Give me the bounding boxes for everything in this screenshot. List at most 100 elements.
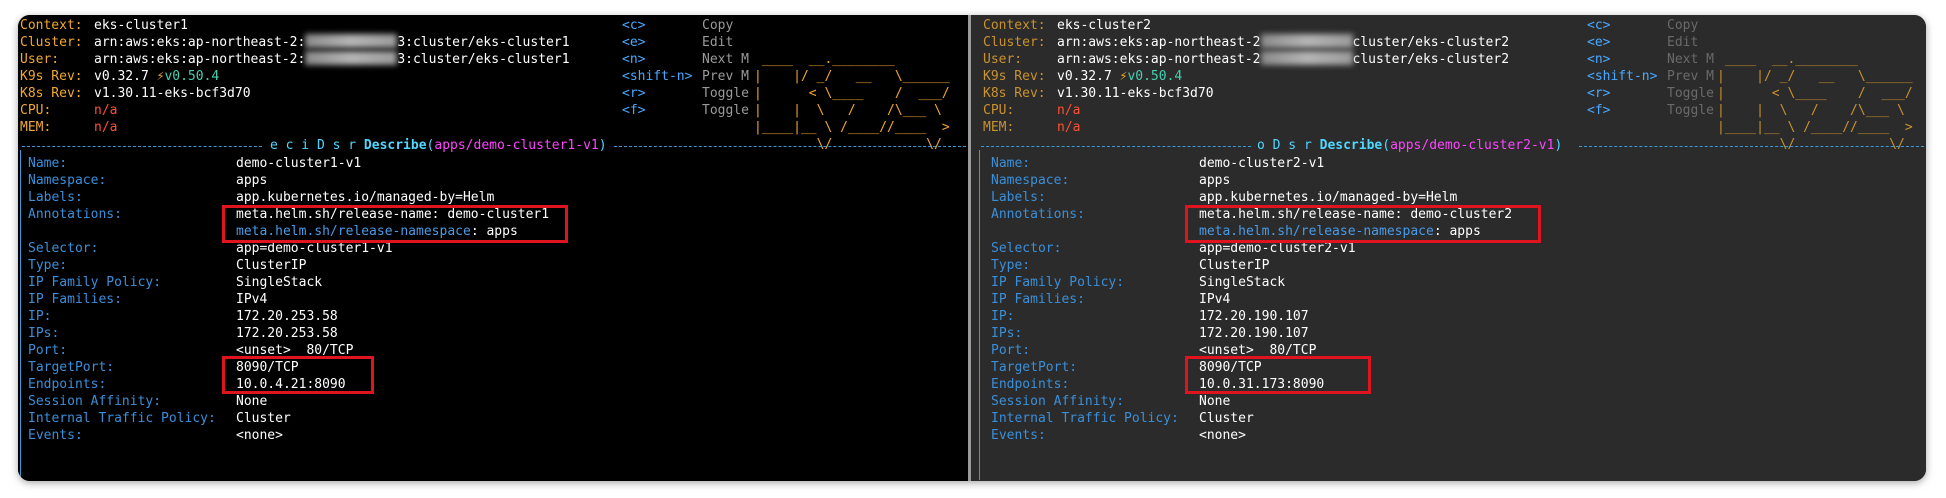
shortcut-action: Copy [1667, 18, 1699, 33]
view-crumbs: e c i D s r [270, 138, 357, 153]
user-value-suffix: 3:cluster/eks-cluster1 [397, 52, 570, 67]
left-pane-k9s[interactable]: Context: eks-cluster1 Cluster: arn:aws:ek… [18, 15, 968, 481]
field-value: SingleStack [1199, 275, 1286, 290]
field-value: 172.20.190.107 [1199, 309, 1309, 324]
view-title-label: Describe [363, 138, 427, 153]
k8s-rev-value: v1.30.11-eks-bcf3d70 [94, 86, 251, 101]
redacted-account-id [1260, 51, 1353, 65]
shortcut-action: Copy [702, 18, 734, 33]
k8s-rev-value: v1.30.11-eks-bcf3d70 [1057, 86, 1214, 101]
field-key: IPs: [991, 326, 1023, 341]
k9s-logo: ____ __.________ | |/ _/ __ \______ | < \_… [1717, 52, 1913, 152]
field-key: Labels: [991, 190, 1046, 205]
cluster-value-suffix: 3:cluster/eks-cluster1 [397, 35, 570, 50]
user-value-prefix: arn:aws:eks:ap-northeast-2: [94, 52, 306, 67]
cluster-label: Cluster: [20, 35, 83, 50]
view-title-resource: apps/demo-cluster2-v1 [1390, 138, 1555, 153]
field-key: Type: [991, 258, 1031, 273]
field-value: ClusterIP [1199, 258, 1270, 273]
shortcut-key[interactable]: <n> [622, 52, 645, 67]
cluster-value-prefix: arn:aws:eks:ap-northeast-2 [1057, 35, 1261, 50]
field-key: Namespace: [991, 173, 1070, 188]
field-key: Type: [28, 258, 68, 273]
field-key: Internal Traffic Policy: [28, 411, 216, 426]
annotations-highlight-box [222, 205, 568, 243]
context-value: eks-cluster2 [1057, 18, 1151, 33]
redacted-account-id [305, 51, 398, 65]
field-value: 172.20.190.107 [1199, 326, 1309, 341]
terminal-window: Context: eks-cluster1 Cluster: arn:aws:ek… [18, 15, 1926, 481]
mem-value: n/a [1057, 120, 1081, 135]
field-value: app.kubernetes.io/managed-by=Helm [236, 190, 495, 205]
field-key: Labels: [28, 190, 83, 205]
field-key: Events: [991, 428, 1046, 443]
field-key: Internal Traffic Policy: [991, 411, 1179, 426]
cluster-label: Cluster: [983, 35, 1046, 50]
shortcut-key[interactable]: <r> [622, 86, 645, 101]
field-value: Cluster [1199, 411, 1254, 426]
k9s-rev-value: v0.32.7 [1057, 69, 1112, 84]
k9s-logo: ____ __.________ | |/ _/ __ \______ | < \_… [754, 52, 950, 152]
field-value: apps [1199, 173, 1231, 188]
user-value-prefix: arn:aws:eks:ap-northeast-2 [1057, 52, 1261, 67]
endpoint-highlight-box [1185, 356, 1371, 394]
frame-top-border [22, 146, 262, 147]
shortcut-key[interactable]: <shift-n> [622, 69, 692, 84]
annotations-highlight-box [1185, 205, 1541, 243]
frame-top-border [1579, 146, 1924, 147]
field-key: Port: [28, 343, 68, 358]
shortcut-action: Next M [1667, 52, 1714, 67]
shortcut-key[interactable]: <f> [1587, 103, 1610, 118]
field-value: <none> [236, 428, 283, 443]
k8s-rev-label: K8s Rev: [983, 86, 1046, 101]
right-pane-k9s[interactable]: Context: eks-cluster2 Cluster: arn:aws:eks… [971, 15, 1926, 481]
frame-top-border [614, 146, 966, 147]
redacted-account-id [305, 34, 398, 48]
field-key: Selector: [991, 241, 1062, 256]
field-key: Name: [991, 156, 1031, 171]
context-value: eks-cluster1 [94, 18, 188, 33]
shortcut-key[interactable]: <shift-n> [1587, 69, 1657, 84]
field-key: Annotations: [28, 207, 122, 222]
shortcut-action: Edit [702, 35, 734, 50]
field-value: None [1199, 394, 1231, 409]
shortcut-key[interactable]: <f> [622, 103, 645, 118]
field-value: IPv4 [236, 292, 268, 307]
view-crumbs: o D s r [1257, 138, 1312, 153]
field-key: Session Affinity: [991, 394, 1125, 409]
field-key: IPs: [28, 326, 60, 341]
frame-left-border [20, 150, 21, 480]
context-label: Context: [983, 18, 1046, 33]
shortcut-key[interactable]: <c> [1587, 18, 1610, 33]
field-value: Cluster [236, 411, 291, 426]
field-value: 172.20.253.58 [236, 309, 338, 324]
shortcut-key[interactable]: <r> [1587, 86, 1610, 101]
field-value: SingleStack [236, 275, 323, 290]
k8s-rev-label: K8s Rev: [20, 86, 83, 101]
field-key: Events: [28, 428, 83, 443]
cluster-value-prefix: arn:aws:eks:ap-northeast-2: [94, 35, 306, 50]
field-key: IP: [28, 309, 52, 324]
shortcut-key[interactable]: <e> [1587, 35, 1610, 50]
field-key: Port: [991, 343, 1031, 358]
field-key: IP Families: [991, 292, 1085, 307]
shortcut-action: Toggle [702, 103, 749, 118]
shortcut-key[interactable]: <n> [1587, 52, 1610, 67]
field-value: demo-cluster2-v1 [1199, 156, 1325, 171]
shortcut-key[interactable]: <c> [622, 18, 645, 33]
field-value: apps [236, 173, 268, 188]
field-value: ClusterIP [236, 258, 307, 273]
cpu-value: n/a [1057, 103, 1081, 118]
cpu-label: CPU: [20, 103, 52, 118]
frame-top-border [981, 146, 1251, 147]
shortcut-action: Edit [1667, 35, 1699, 50]
field-value: None [236, 394, 268, 409]
view-title-label: Describe [1319, 138, 1383, 153]
shortcut-key[interactable]: <e> [622, 35, 645, 50]
field-value: app.kubernetes.io/managed-by=Helm [1199, 190, 1458, 205]
frame-left-border [979, 150, 980, 480]
view-title-resource: apps/demo-cluster1-v1 [434, 138, 599, 153]
shortcut-action: Toggle [1667, 86, 1714, 101]
endpoint-highlight-box [222, 356, 374, 394]
shortcut-action: Toggle [702, 86, 749, 101]
